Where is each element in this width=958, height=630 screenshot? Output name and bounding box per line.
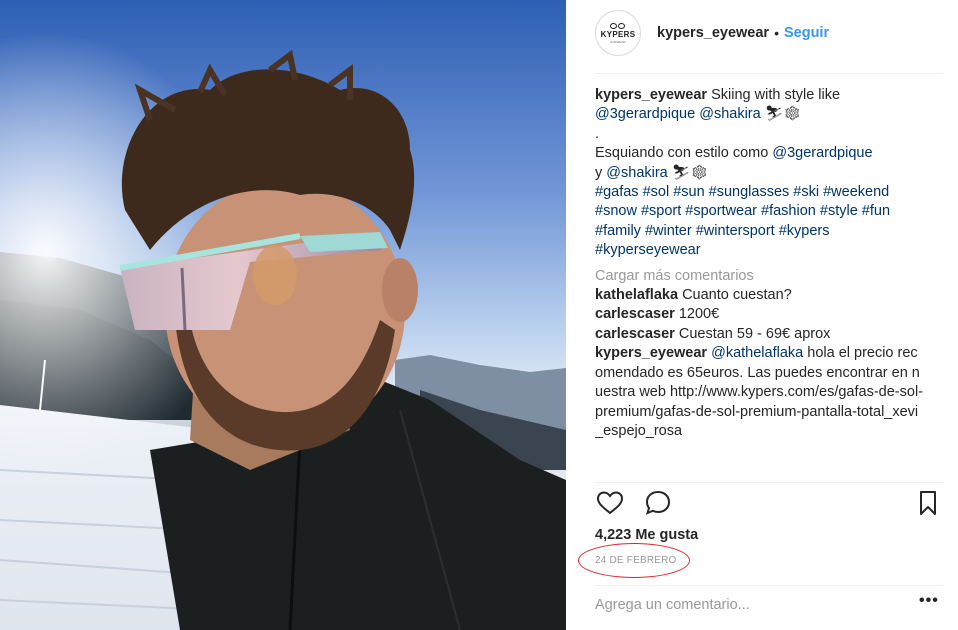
- comment-username[interactable]: kathelaflaka: [595, 287, 678, 303]
- mention-link[interactable]: @3gerardpique: [772, 145, 872, 161]
- header-separator: •: [774, 25, 779, 41]
- logo-text: KYPERS: [600, 29, 636, 39]
- caption-text: Esquiando con estilo como: [595, 145, 769, 162]
- avatar[interactable]: KYPERS EYEWEAR: [595, 10, 641, 56]
- speech-bubble-icon[interactable]: [643, 488, 673, 518]
- post-header: KYPERS EYEWEAR kypers_eyewear • Seguir: [595, 10, 829, 56]
- post-side-panel: KYPERS EYEWEAR kypers_eyewear • Seguir k…: [566, 0, 958, 630]
- load-more-comments-button[interactable]: Cargar más comentarios: [595, 267, 925, 286]
- action-bar: [595, 488, 943, 518]
- comment: carlescaser 1200€: [595, 305, 925, 324]
- caption-text: y: [595, 164, 603, 181]
- divider: [595, 73, 943, 74]
- logo-subtext: EYEWEAR: [610, 39, 626, 44]
- comment-text: Cuanto cuestan?: [682, 287, 792, 304]
- photo-scene: [0, 0, 566, 630]
- comment-username[interactable]: carlescaser: [595, 306, 675, 322]
- mention-link[interactable]: @kathelaflaka: [711, 345, 803, 361]
- date-highlight-circle: [578, 543, 690, 578]
- caption: kypers_eyewear Skiing with style like @3…: [595, 86, 925, 261]
- follow-button[interactable]: Seguir: [784, 25, 829, 41]
- add-comment-input[interactable]: [595, 593, 905, 617]
- heart-icon[interactable]: [595, 488, 625, 518]
- divider: [595, 585, 943, 586]
- comment-username[interactable]: kypers_eyewear: [595, 345, 707, 361]
- comment-reply: kypers_eyewear @kathelaflaka hola el pre…: [595, 344, 925, 441]
- comment-text: 1200€: [678, 306, 720, 323]
- comments-list[interactable]: kypers_eyewear Skiing with style like @3…: [595, 86, 925, 480]
- skier-snowflake-emoji: ⛷❄: [764, 106, 802, 123]
- comment: kathelaflaka Cuanto cuestan?: [595, 286, 925, 305]
- post-photo[interactable]: [0, 0, 566, 630]
- skier-snowflake-emoji: ⛷❄: [671, 164, 709, 181]
- glasses-logo-icon: [610, 22, 626, 29]
- comment: carlescaser Cuestan 59 - 69€ aprox: [595, 325, 925, 344]
- header-username[interactable]: kypers_eyewear: [657, 25, 769, 41]
- divider: [595, 482, 943, 483]
- caption-text: Skiing with style like: [711, 87, 841, 103]
- comment-text: Cuestan 59 - 69€ aprox: [678, 325, 831, 342]
- caption-dot: .: [595, 125, 600, 142]
- mention-link[interactable]: @3gerardpique: [595, 106, 695, 122]
- hashtags[interactable]: #gafas #sol #sun #sunglasses #ski #weeke…: [595, 183, 925, 261]
- comment-username[interactable]: carlescaser: [595, 326, 675, 342]
- bookmark-icon[interactable]: [913, 488, 943, 518]
- more-options-button[interactable]: •••: [919, 592, 939, 610]
- likes-count[interactable]: 4,223 Me gusta: [595, 527, 698, 543]
- caption-username[interactable]: kypers_eyewear: [595, 87, 707, 103]
- mention-link[interactable]: @shakira: [699, 106, 760, 122]
- mention-link[interactable]: @shakira: [606, 165, 667, 181]
